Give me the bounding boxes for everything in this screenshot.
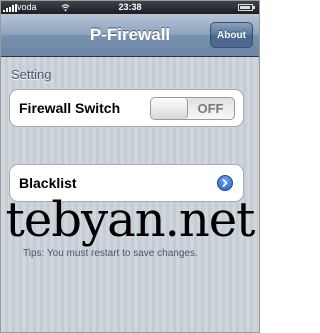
firewall-toggle[interactable]: OFF bbox=[150, 97, 235, 120]
about-button[interactable]: About bbox=[210, 22, 253, 48]
watermark: tebyan.net bbox=[5, 192, 256, 248]
toggle-knob[interactable] bbox=[151, 98, 188, 119]
battery-icon bbox=[238, 4, 255, 11]
toggle-state-text: OFF bbox=[197, 101, 224, 116]
phone-screen: voda 23:38 P-Firewall About Setting Fire… bbox=[0, 0, 260, 333]
section-header-setting: Setting bbox=[11, 67, 52, 82]
status-time: 23:38 bbox=[118, 2, 142, 12]
firewall-switch-row: Firewall Switch OFF bbox=[9, 89, 244, 127]
firewall-switch-label: Firewall Switch bbox=[19, 100, 121, 116]
battery-level bbox=[240, 6, 250, 9]
status-bar: voda 23:38 bbox=[1, 1, 259, 14]
navigation-bar: P-Firewall About bbox=[1, 14, 259, 57]
disclosure-arrow-icon[interactable] bbox=[217, 175, 233, 191]
